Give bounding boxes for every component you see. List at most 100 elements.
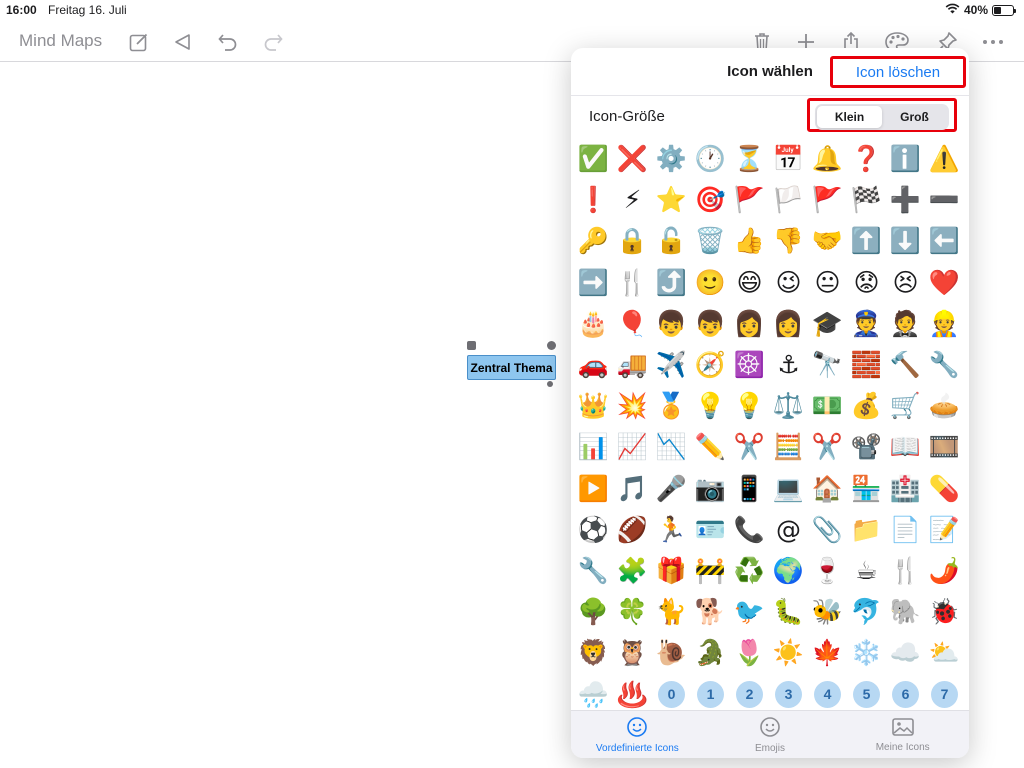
icon-cell[interactable]: 💊 bbox=[925, 468, 964, 509]
icon-cell[interactable]: 📖 bbox=[886, 426, 925, 467]
icon-cell[interactable]: 🐞 bbox=[925, 591, 964, 632]
icon-cell[interactable]: 👩 bbox=[769, 303, 808, 344]
icon-cell[interactable]: ☁️ bbox=[886, 632, 925, 673]
icon-cell[interactable]: 🧭 bbox=[691, 344, 730, 385]
icon-cell[interactable]: 🎓 bbox=[808, 303, 847, 344]
icon-cell[interactable]: 🐘 bbox=[886, 591, 925, 632]
icon-cell[interactable]: 🏳️ bbox=[769, 179, 808, 220]
icon-cell[interactable]: 🚧 bbox=[691, 550, 730, 591]
icon-cell[interactable]: 📈 bbox=[613, 426, 652, 467]
icon-cell[interactable]: 🔔 bbox=[808, 138, 847, 179]
icon-cell[interactable]: 🗑️ bbox=[691, 220, 730, 261]
icon-cell[interactable]: 💵 bbox=[808, 385, 847, 426]
icon-cell[interactable]: ⭐ bbox=[652, 179, 691, 220]
icon-cell[interactable]: 🐈 bbox=[652, 591, 691, 632]
redo-icon[interactable] bbox=[258, 28, 288, 56]
icon-cell[interactable]: 🐌 bbox=[652, 632, 691, 673]
icon-cell[interactable]: 🏁 bbox=[847, 179, 886, 220]
icon-cell[interactable]: ✈️ bbox=[652, 344, 691, 385]
icon-cell[interactable]: 😣 bbox=[886, 262, 925, 303]
icon-cell[interactable]: 🌶️ bbox=[925, 550, 964, 591]
icon-cell[interactable]: 👎 bbox=[769, 220, 808, 261]
icon-cell[interactable]: 2 bbox=[730, 673, 769, 710]
undo-icon[interactable] bbox=[213, 28, 243, 56]
icon-cell[interactable]: 📅 bbox=[769, 138, 808, 179]
icon-cell[interactable]: ➡️ bbox=[574, 262, 613, 303]
icon-cell[interactable]: 🌳 bbox=[574, 591, 613, 632]
icon-cell[interactable]: ⏳ bbox=[730, 138, 769, 179]
icon-cell[interactable]: 🥧 bbox=[925, 385, 964, 426]
icon-cell[interactable]: ⤴️ bbox=[652, 262, 691, 303]
icon-cell[interactable]: 🔧 bbox=[574, 550, 613, 591]
icon-cell[interactable]: ⚠️ bbox=[925, 138, 964, 179]
icon-cell[interactable]: ❌ bbox=[613, 138, 652, 179]
icon-cell[interactable]: 🚚 bbox=[613, 344, 652, 385]
clear-icon-button[interactable]: Icon löschen bbox=[830, 56, 966, 88]
icon-size-segmented-control[interactable]: Klein Groß bbox=[815, 104, 949, 130]
icon-cell[interactable]: 📷 bbox=[691, 468, 730, 509]
compose-icon[interactable] bbox=[124, 28, 154, 56]
icon-cell[interactable]: ⚖️ bbox=[769, 385, 808, 426]
icon-cell[interactable]: 📉 bbox=[652, 426, 691, 467]
icon-cell[interactable]: ☀️ bbox=[769, 632, 808, 673]
icon-cell[interactable]: 👦 bbox=[652, 303, 691, 344]
node-menu-handle[interactable] bbox=[467, 341, 476, 350]
icon-cell[interactable]: ✂️ bbox=[808, 426, 847, 467]
icon-cell[interactable]: 🍀 bbox=[613, 591, 652, 632]
icon-cell[interactable]: 🔧 bbox=[925, 344, 964, 385]
icon-cell[interactable]: 🍴 bbox=[886, 550, 925, 591]
icon-cell[interactable]: 🌍 bbox=[769, 550, 808, 591]
icon-cell[interactable]: ⛅ bbox=[925, 632, 964, 673]
icon-cell[interactable]: ⬇️ bbox=[886, 220, 925, 261]
icon-cell[interactable]: 📝 bbox=[925, 509, 964, 550]
icon-cell[interactable]: 3 bbox=[769, 673, 808, 710]
icon-cell[interactable]: ⚓ bbox=[769, 344, 808, 385]
icon-cell[interactable]: 🌷 bbox=[730, 632, 769, 673]
icon-cell[interactable]: 🐝 bbox=[808, 591, 847, 632]
icon-cell[interactable]: 💻 bbox=[769, 468, 808, 509]
icon-cell[interactable]: 🔓 bbox=[652, 220, 691, 261]
icon-cell[interactable]: 📞 bbox=[730, 509, 769, 550]
size-option-large[interactable]: Groß bbox=[882, 106, 947, 128]
node-connector-handle[interactable] bbox=[547, 381, 553, 387]
icon-cell[interactable]: 📽️ bbox=[847, 426, 886, 467]
icon-cell[interactable]: 🦉 bbox=[613, 632, 652, 673]
icon-cell[interactable]: ➕ bbox=[886, 179, 925, 220]
icon-cell[interactable]: 🎁 bbox=[652, 550, 691, 591]
icon-cell[interactable]: 👑 bbox=[574, 385, 613, 426]
icon-cell[interactable]: 🎯 bbox=[691, 179, 730, 220]
icon-cell[interactable]: 📁 bbox=[847, 509, 886, 550]
tab-predefined-icons[interactable]: Vordefinierte Icons bbox=[571, 711, 704, 758]
icon-cell[interactable]: 🧮 bbox=[769, 426, 808, 467]
icon-cell[interactable]: 🏪 bbox=[847, 468, 886, 509]
icon-cell[interactable]: ▶️ bbox=[574, 468, 613, 509]
icon-cell[interactable]: 🚗 bbox=[574, 344, 613, 385]
icon-cell[interactable]: 🏈 bbox=[613, 509, 652, 550]
icon-cell[interactable]: 🎈 bbox=[613, 303, 652, 344]
icon-cell[interactable]: ♻️ bbox=[730, 550, 769, 591]
icon-cell[interactable]: 🎞️ bbox=[925, 426, 964, 467]
icon-cell[interactable]: 🔑 bbox=[574, 220, 613, 261]
icon-cell[interactable]: 🎵 bbox=[613, 468, 652, 509]
icon-cell[interactable]: 🏠 bbox=[808, 468, 847, 509]
icon-cell[interactable]: 📊 bbox=[574, 426, 613, 467]
icon-cell[interactable]: ❓ bbox=[847, 138, 886, 179]
icon-cell[interactable]: 4 bbox=[808, 673, 847, 710]
icon-cell[interactable]: ⚙️ bbox=[652, 138, 691, 179]
icon-cell[interactable]: 📄 bbox=[886, 509, 925, 550]
icon-cell[interactable]: 🌧️ bbox=[574, 673, 613, 710]
icon-cell[interactable]: 0 bbox=[652, 673, 691, 710]
icon-cell[interactable]: 🍷 bbox=[808, 550, 847, 591]
icon-cell[interactable]: 👮 bbox=[847, 303, 886, 344]
icon-cell[interactable]: @ bbox=[769, 509, 808, 550]
icon-cell[interactable]: 🪪 bbox=[691, 509, 730, 550]
icon-cell[interactable]: ⚽ bbox=[574, 509, 613, 550]
icon-cell[interactable]: ✂️ bbox=[730, 426, 769, 467]
icon-cell[interactable]: 👍 bbox=[730, 220, 769, 261]
icon-cell[interactable]: 🐦 bbox=[730, 591, 769, 632]
icon-cell[interactable]: 7 bbox=[925, 673, 964, 710]
icon-cell[interactable]: 🐕 bbox=[691, 591, 730, 632]
icon-cell[interactable]: 🙂 bbox=[691, 262, 730, 303]
icon-cell[interactable]: ➖ bbox=[925, 179, 964, 220]
icon-cell[interactable]: 😄 bbox=[730, 262, 769, 303]
